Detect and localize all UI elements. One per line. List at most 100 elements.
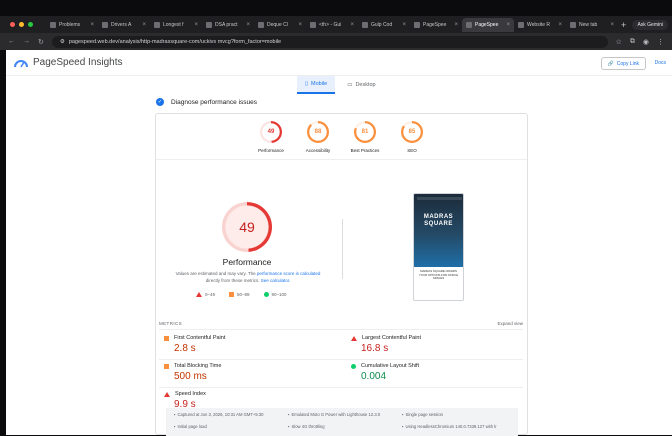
browser-tab[interactable]: <th> - Gui × [306,18,358,32]
browser-tab-title: Gulp Cod [371,21,393,28]
browser-tab-title: <th> - Gui [319,21,342,28]
url-field[interactable]: ⚙ pagespeed.web.dev/analysis/http-madras… [51,35,608,48]
metric-cls: Cumulative Layout Shift 0.004 [351,363,521,382]
tab-desktop[interactable]: ▭ Desktop [339,76,383,94]
back-icon[interactable]: ← [8,38,15,45]
ask-gemini-button[interactable]: Ask Gemini [632,19,668,30]
score-legend: 0–49 50–89 90–100 [196,292,287,297]
site-info-icon[interactable]: ⚙ [60,39,65,45]
check-icon: ✓ [156,98,164,106]
summary-gauge[interactable]: 88 Accessibility [301,121,335,153]
close-tab-icon[interactable]: × [142,22,146,28]
extensions-icon[interactable]: ⧉ [630,38,635,46]
summary-gauge[interactable]: 81 Best Practices [348,121,382,153]
close-tab-icon[interactable]: × [454,22,458,28]
square-icon [229,292,235,297]
metric-value: 2.8 s [174,343,196,354]
score-ring: 81 [354,121,376,143]
legend-poor: 0–49 [196,292,215,297]
browser-tab-title: PageSpee [475,21,499,28]
tab-mobile[interactable]: ▯ Mobile [297,76,336,94]
run-details: ▪ Captured at Jun 3, 2026, 10:31 AM GMT+5… [166,408,518,436]
metric-name: Cumulative Layout Shift [361,363,420,369]
new-tab-button[interactable]: + [621,20,626,30]
close-tab-icon[interactable]: × [610,22,614,28]
browser-tab[interactable]: New tab × [566,18,618,32]
close-tab-icon[interactable]: × [350,22,354,28]
circle-icon [263,292,269,297]
browser-tab[interactable]: PageSpee × [410,18,462,32]
browser-tab-title: Website R [527,21,550,28]
tab-mobile-label: Mobile [311,81,328,87]
copy-link-button[interactable]: 🔗 Copy Link [600,57,646,70]
score-ring: 85 [401,121,423,143]
score-ring: 49 [260,121,282,143]
metrics-header: METRICS Expand view [159,321,523,326]
run-detail-text: Initial page load [177,423,207,429]
browser-tab[interactable]: Deque Cl × [254,18,306,32]
device-icon: ▪ [288,412,290,417]
summary-label: SEO [407,148,417,153]
diagnose-label: Diagnose performance issues [171,98,257,106]
screenshot-hero: MADRAS SQUARE [414,194,463,267]
triangle-icon [196,292,202,297]
user-icon: ▪ [402,412,404,417]
score-summary: 49 Performance 88 Accessibility 81 Best Pract… [156,121,527,153]
app-header: PageSpeed Insights [6,50,672,76]
close-window-button[interactable] [10,22,15,27]
diagnose-heading: ✓ Diagnose performance issues [156,98,257,106]
document-icon [154,21,160,28]
minimize-window-button[interactable] [19,22,24,27]
summary-label: Best Practices [350,148,380,153]
screenshot-nav [417,197,462,200]
window-controls [0,22,46,27]
metric-value: 16.8 s [361,343,389,354]
browser-tab[interactable]: PageSpee × [462,17,514,32]
device-tabs: ▯ Mobile ▭ Desktop [297,76,384,94]
profile-icon[interactable]: ◉ [643,38,649,46]
metric-lcp: Largest Contentful Paint 16.8 s [351,335,521,354]
summary-score: 85 [408,129,416,135]
address-bar-row: ← → ↻ ⚙ pagespeed.web.dev/analysis/http-… [0,33,672,50]
docs-link[interactable]: Docs [655,60,666,66]
pagespeed-logo-icon [14,59,28,67]
screenshot-title: MADRAS SQUARE [423,214,454,227]
menu-icon[interactable]: ⋮ [657,38,664,46]
browser-tab[interactable]: DSA pract × [202,18,254,32]
close-tab-icon[interactable]: × [558,22,562,28]
bookmark-star-icon[interactable]: ☆ [616,38,622,46]
close-tab-icon[interactable]: × [90,22,94,28]
reload-icon[interactable]: ↻ [38,38,44,46]
close-tab-icon[interactable]: × [194,22,198,28]
close-tab-icon[interactable]: × [298,22,302,28]
note-text: Values are estimated and may vary. The [175,271,257,276]
pagespeed-icon [414,21,420,28]
performance-score: 49 [239,219,255,235]
close-tab-icon[interactable]: × [506,22,510,28]
maximize-window-button[interactable] [28,22,33,27]
browser-tab[interactable]: Drivers A × [98,18,150,32]
expand-view-button[interactable]: Expand view [497,321,523,326]
pagespeed-page: PageSpeed Insights 🔗 Copy Link Docs ▯ Mo… [6,50,672,436]
close-tab-icon[interactable]: × [402,22,406,28]
browser-tab[interactable]: Problems × [46,18,98,32]
good-circle-icon [351,363,356,369]
metric-value: 500 ms [174,371,207,382]
run-detail: ▪ Using HeadlessChromium 140.0.7339.127 w… [402,424,510,433]
summary-gauge[interactable]: 49 Performance [254,121,288,153]
close-tab-icon[interactable]: × [246,22,250,28]
calendar-icon: ▪ [174,412,176,417]
see-calculator-link[interactable]: See calculator. [261,278,291,283]
performance-score-link[interactable]: performance score is calculated [257,271,321,276]
summary-gauge[interactable]: 85 SEO [395,121,429,153]
poor-triangle-icon [164,391,170,397]
browser-tab[interactable]: Gulp Cod × [358,18,410,32]
metric-fcp: First Contentful Paint 2.8 s [164,335,334,354]
browser-tab-title: New tab [579,21,598,28]
desktop-icon: ▭ [347,82,353,88]
run-detail-text: Slow 4G throttling [291,423,325,429]
legend-average: 50–89 [229,292,250,297]
browser-tab[interactable]: Website R × [514,18,566,32]
browser-tab[interactable]: Longest f × [150,18,202,32]
forward-icon[interactable]: → [23,38,30,45]
